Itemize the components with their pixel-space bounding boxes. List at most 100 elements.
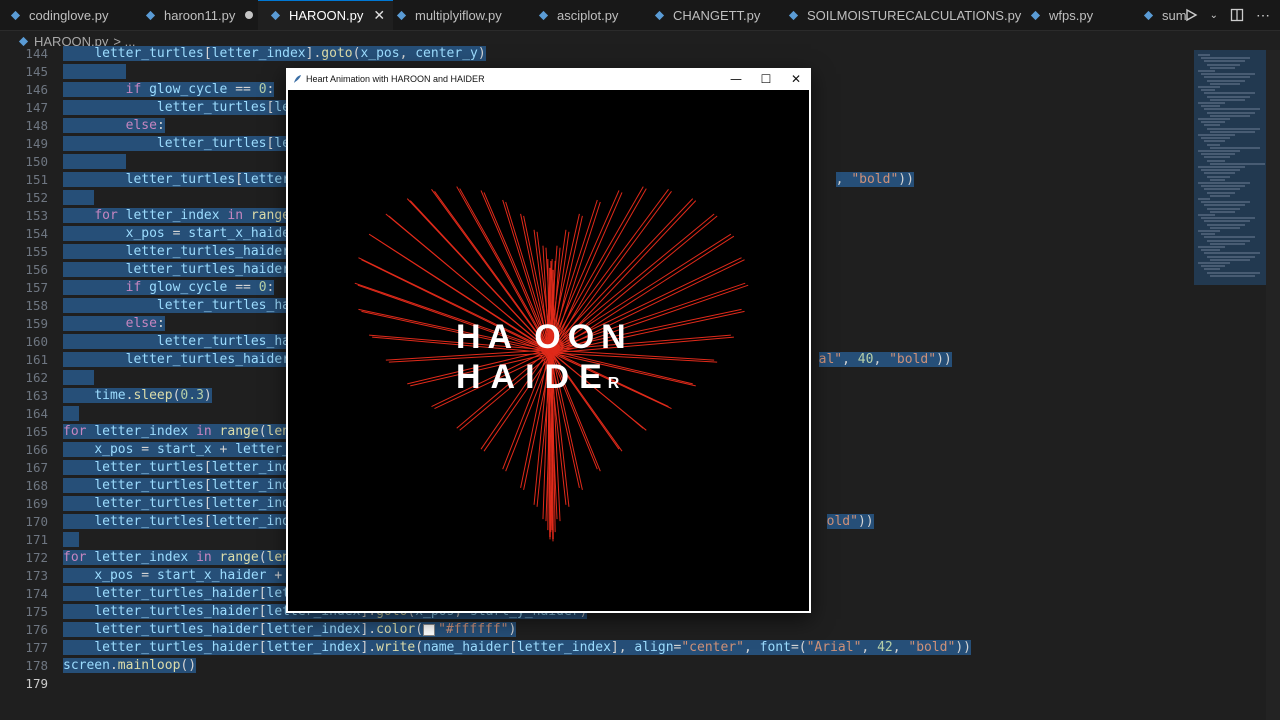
tab-asciplot[interactable]: asciplot.py <box>538 0 618 30</box>
minimap-line <box>1204 252 1260 255</box>
minimap-line <box>1210 274 1255 277</box>
line-number: 166 <box>25 442 48 457</box>
minimap-line <box>1210 194 1230 197</box>
line-number: 170 <box>25 514 48 529</box>
line-number: 148 <box>25 118 48 133</box>
minimap-line <box>1207 79 1245 82</box>
tab-haroon[interactable]: HAROON.py ✕ <box>258 0 394 30</box>
minimap-line <box>1207 223 1245 226</box>
line-number: 151 <box>25 172 48 187</box>
minimap-line <box>1204 108 1260 111</box>
tab-label: codinglove.py <box>29 7 109 23</box>
python-icon <box>1030 10 1041 20</box>
minimap-line <box>1201 233 1215 236</box>
minimap-line <box>1201 265 1225 268</box>
turtle-window: Heart Animation with HAROON and HAIDER —… <box>286 68 811 613</box>
python-icon <box>270 10 281 21</box>
minimap-line <box>1204 204 1245 207</box>
line-number: 150 <box>25 154 48 169</box>
minimap-line <box>1198 214 1215 216</box>
split-editor-icon[interactable] <box>1230 8 1244 22</box>
tab-label: asciplot.py <box>557 7 619 23</box>
minimap-line <box>1201 153 1235 156</box>
minimap-line <box>1207 207 1240 210</box>
minimap-line <box>1207 111 1255 114</box>
vertical-scrollbar[interactable] <box>1266 50 1280 720</box>
line-number: 164 <box>25 406 48 421</box>
minimap-line <box>1198 134 1235 136</box>
line-number: 176 <box>25 622 48 637</box>
minimap-line <box>1210 226 1240 229</box>
line-number: 155 <box>25 244 48 259</box>
tab-changett[interactable]: CHANGETT.py <box>654 0 760 30</box>
line-number: 149 <box>25 136 48 151</box>
tab-haroon11[interactable]: haroon11.py <box>145 0 254 30</box>
tab-bar: codinglove.py haroon11.py HAROON.py ✕ mu… <box>0 0 1280 31</box>
minimap-line <box>1198 166 1245 168</box>
minimap-line <box>1210 258 1250 261</box>
more-actions-icon[interactable]: ⋯ <box>1256 7 1270 24</box>
unsaved-dot-icon <box>245 11 254 19</box>
minimap-line <box>1198 182 1250 184</box>
tab-multiplyiflow[interactable]: multiplyiflow.py <box>396 0 502 30</box>
minimap-line <box>1204 236 1255 239</box>
window-titlebar[interactable]: Heart Animation with HAROON and HAIDER —… <box>286 68 811 90</box>
maximize-button[interactable]: ☐ <box>751 68 781 90</box>
minimap-line <box>1198 246 1225 248</box>
line-number: 179 <box>25 676 48 691</box>
minimap-line <box>1210 178 1225 181</box>
line-number: 152 <box>25 190 48 205</box>
python-icon <box>788 10 799 20</box>
tab-label: SOILMOISTURECALCULATIONS.py <box>807 7 1022 23</box>
name-haider-tail: R <box>607 375 630 392</box>
tab-soilmoisture[interactable]: SOILMOISTURECALCULATIONS.py <box>788 0 1021 30</box>
minimap-line <box>1198 230 1220 232</box>
minimap-line <box>1198 150 1240 152</box>
chevron-down-icon[interactable]: ⌄ <box>1210 10 1218 21</box>
run-icon[interactable] <box>1184 8 1198 22</box>
minimap-line <box>1207 143 1220 146</box>
editor-actions: ⌄ ⋯ <box>1184 0 1270 30</box>
tab-label: HAROON.py <box>289 8 364 23</box>
name-line-haider: HAIDER <box>456 358 629 397</box>
line-number: 175 <box>25 604 48 619</box>
close-tab-icon[interactable]: ✕ <box>373 7 385 24</box>
python-icon <box>396 10 407 20</box>
minimize-button[interactable]: — <box>721 68 751 90</box>
minimap-line <box>1207 191 1235 194</box>
minimap-line <box>1201 73 1255 76</box>
line-number: 162 <box>25 370 48 385</box>
line-number: 167 <box>25 460 48 475</box>
minimap-line <box>1201 105 1220 108</box>
minimap-line <box>1207 63 1240 66</box>
code-line: letter_turtles_haider[letter_index].colo… <box>63 621 971 639</box>
tab-label: CHANGETT.py <box>673 7 761 23</box>
minimap-line <box>1198 70 1215 72</box>
line-number: 159 <box>25 316 48 331</box>
minimap-line <box>1207 127 1260 130</box>
tab-sum[interactable]: sum <box>1143 0 1187 30</box>
close-button[interactable]: ✕ <box>781 68 811 90</box>
tab-codinglove[interactable]: codinglove.py <box>10 0 109 30</box>
line-number: 158 <box>25 298 48 313</box>
line-number: 160 <box>25 334 48 349</box>
line-number: 163 <box>25 388 48 403</box>
minimap-line <box>1210 162 1265 165</box>
line-number: 172 <box>25 550 48 565</box>
tab-label: wfps.py <box>1049 7 1094 23</box>
line-number: 144 <box>25 46 48 61</box>
minimap-line <box>1198 198 1210 200</box>
line-number: 173 <box>25 568 48 583</box>
code-line: letter_turtles[letter_index].goto(x_pos,… <box>63 45 971 63</box>
minimap-line <box>1198 262 1230 264</box>
turtle-canvas: HA OON HAIDER <box>288 90 809 611</box>
minimap[interactable] <box>1194 50 1266 285</box>
minimap-line <box>1210 98 1245 101</box>
minimap-line <box>1201 121 1225 124</box>
line-number: 147 <box>25 100 48 115</box>
tab-wfps[interactable]: wfps.py <box>1030 0 1093 30</box>
minimap-line <box>1204 140 1225 143</box>
line-number: 157 <box>25 280 48 295</box>
minimap-line <box>1204 156 1230 159</box>
minimap-line <box>1204 76 1250 79</box>
